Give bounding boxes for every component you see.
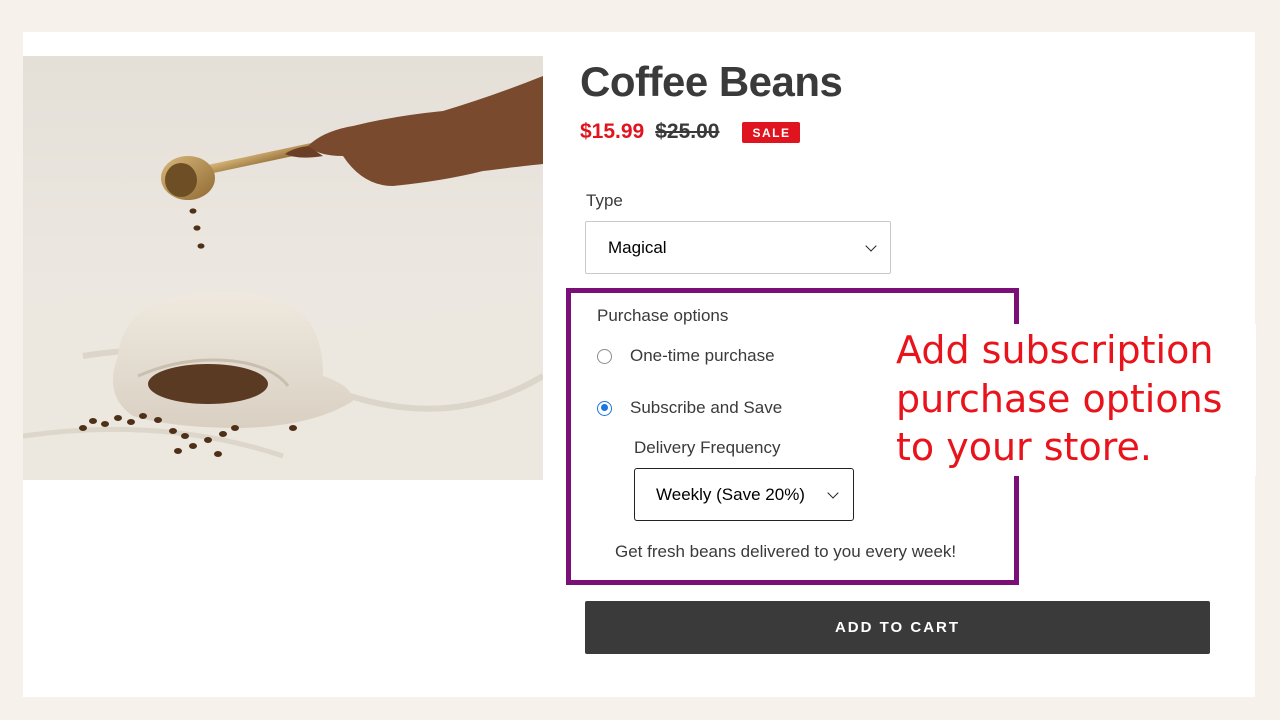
type-select[interactable]: Magical (585, 221, 891, 274)
chevron-down-icon (827, 487, 839, 499)
add-to-cart-button[interactable]: ADD TO CART (585, 601, 1210, 654)
subscribe-radio[interactable] (597, 400, 612, 416)
price-row: $15.99 $25.00 SALE (580, 120, 801, 144)
promo-callout: Add subscription purchase options to you… (896, 324, 1256, 476)
coffee-beans-photo (23, 76, 543, 480)
delivery-frequency-value: Weekly (Save 20%) (656, 484, 805, 504)
type-select-value: Magical (608, 237, 667, 257)
chevron-down-icon (865, 240, 877, 252)
one-time-purchase-option[interactable]: One-time purchase (597, 346, 775, 366)
one-time-label: One-time purchase (630, 346, 775, 365)
subscribe-option[interactable]: Subscribe and Save (597, 398, 782, 418)
type-label: Type (586, 191, 623, 210)
sale-price: $15.99 (580, 120, 645, 143)
delivery-frequency-select[interactable]: Weekly (Save 20%) (634, 468, 854, 521)
product-title: Coffee Beans (580, 58, 843, 105)
purchase-options-title: Purchase options (597, 306, 729, 325)
product-image (23, 56, 543, 480)
one-time-radio[interactable] (597, 348, 612, 364)
sale-badge: SALE (742, 121, 801, 143)
subscribe-label: Subscribe and Save (630, 398, 783, 417)
subscription-description: Get fresh beans delivered to you every w… (615, 542, 957, 561)
compare-at-price: $25.00 (655, 120, 720, 143)
delivery-frequency-label: Delivery Frequency (634, 438, 781, 457)
